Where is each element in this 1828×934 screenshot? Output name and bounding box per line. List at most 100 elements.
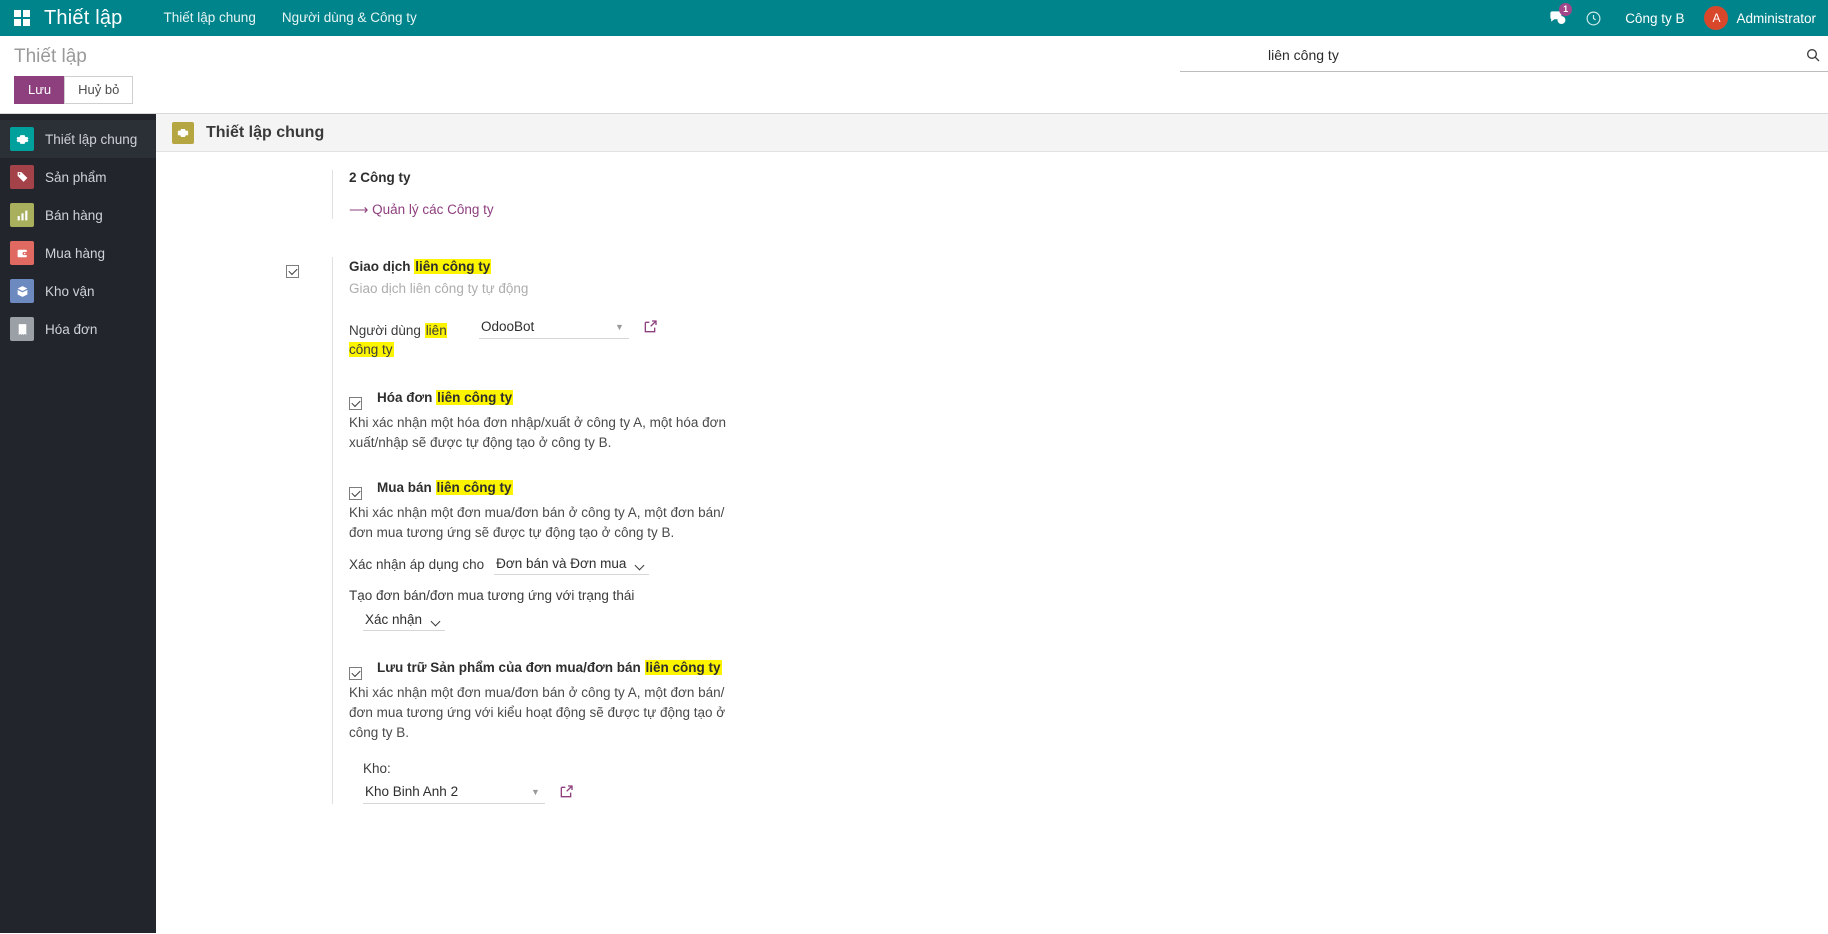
tag-icon [10,165,34,189]
intercompany-user-row: Người dùng liên công ty ▼ [349,315,1828,359]
apps-grid-icon[interactable] [0,0,44,36]
invoice-description: Khi xác nhận một hóa đơn nhập/xuất ở côn… [349,415,727,450]
trade-state-select[interactable]: Xác nhận [363,609,445,631]
arrow-right-icon: ⟶ [349,202,369,217]
trade-apply-row: Xác nhận áp dụng cho Đơn bán và Đơn mua [349,553,1828,575]
messages-badge: 1 [1559,3,1573,16]
invoice-checkbox[interactable] [349,397,362,410]
user-menu[interactable]: A Administrator [1698,6,1820,30]
navbar-right-group: 1 Công ty B A Administrator [1539,0,1828,36]
intercompany-checkbox[interactable] [286,265,299,278]
discard-button[interactable]: Huỷ bỏ [64,76,134,104]
trade-checkbox[interactable] [349,487,362,500]
intercompany-title: Giao dịch liên công ty [349,257,1828,277]
companies-checkbox-spacer [286,170,332,219]
control-panel: Thiết lập Lưu Huỷ bỏ [0,36,1828,114]
page-body: Thiết lập chung Sản phẩm Bán hàng Mua hà… [0,114,1828,933]
trade-state-row: Xác nhận [363,609,1828,631]
trade-title: Mua bán liên công ty [377,479,1828,497]
nav-menu-general-settings[interactable]: Thiết lập chung [151,0,269,36]
settings-sidebar: Thiết lập chung Sản phẩm Bán hàng Mua hà… [0,114,156,933]
avatar: A [1704,6,1729,30]
intercompany-text: Giao dịch liên công ty Giao dịch liên cô… [332,257,1828,804]
companies-text: 2 Công ty ⟶ Quản lý các Công ty [332,170,1828,219]
sidebar-item-label: Sản phẩm [45,169,107,185]
storage-title: Lưu trữ Sản phẩm của đơn mua/đơn bán liê… [377,659,1828,677]
intercompany-title-highlight: liên công ty [414,259,492,274]
section-header: Thiết lập chung [156,114,1828,152]
search-icon[interactable] [1798,42,1828,68]
sidebar-item-sales[interactable]: Bán hàng [0,196,156,234]
clock-icon[interactable] [1575,0,1611,36]
companies-block: 2 Công ty ⟶ Quản lý các Công ty [156,170,1828,219]
trade-apply-label: Xác nhận áp dụng cho [349,556,485,572]
intercompany-trade-block: Mua bán liên công ty Khi xác nhận một đơ… [349,479,1828,631]
trade-apply-select[interactable]: Đơn bán và Đơn mua [494,553,650,575]
sidebar-item-products[interactable]: Sản phẩm [0,158,156,196]
action-buttons: Lưu Huỷ bỏ [0,68,1828,104]
warehouse-field: ▼ [363,780,1828,804]
save-button[interactable]: Lưu [14,76,66,104]
invoice-title: Hóa đơn liên công ty [377,389,1828,407]
trade-apply-select-wrap: Đơn bán và Đơn mua [494,553,650,575]
nav-menu-users-companies[interactable]: Người dùng & Công ty [269,0,430,36]
trade-state-select-wrap: Xác nhận [363,609,445,631]
intercompany-user-input[interactable] [479,315,629,339]
warehouse-input[interactable] [363,780,545,804]
section-title: Thiết lập chung [206,123,325,141]
trade-title-highlight: liên công ty [435,480,513,495]
trade-body: Mua bán liên công ty Khi xác nhận một đơ… [349,479,1828,631]
sidebar-item-purchase[interactable]: Mua hàng [0,234,156,272]
user-name-label: Administrator [1736,10,1816,26]
box-icon [10,279,34,303]
top-navbar: Thiết lập Thiết lập chung Người dùng & C… [0,0,1828,36]
intercompany-block: Giao dịch liên công ty Giao dịch liên cô… [156,257,1828,804]
gear-icon [10,127,34,151]
chat-bubble-icon[interactable]: 1 [1539,0,1575,36]
sidebar-item-label: Mua hàng [45,245,106,261]
settings-main-panel: Thiết lập chung 2 Công ty ⟶ Quản lý các … [156,114,1828,933]
app-brand-title[interactable]: Thiết lập [44,7,123,30]
companies-count-label: 2 Công ty [349,170,411,185]
intercompany-invoice-block: Hóa đơn liên công ty Khi xác nhận một hó… [349,389,1828,453]
trade-state-label: Tạo đơn bán/đơn mua tương ứng với trạng … [349,588,635,603]
sidebar-item-label: Kho vận [45,283,95,299]
settings-content: 2 Công ty ⟶ Quản lý các Công ty Giao dịc… [156,152,1828,804]
manage-companies-label: Quản lý các Công ty [372,202,494,217]
storage-title-prefix: Lưu trữ Sản phẩm của đơn mua/đơn bán [377,660,645,675]
storage-title-highlight: liên công ty [644,660,722,675]
storage-body: Lưu trữ Sản phẩm của đơn mua/đơn bán liê… [349,659,1828,804]
sidebar-item-label: Thiết lập chung [45,131,138,147]
external-link-icon[interactable] [642,319,658,335]
trade-title-prefix: Mua bán [377,480,436,495]
sidebar-item-label: Bán hàng [45,207,103,223]
intercompany-title-prefix: Giao dịch [349,259,415,274]
warehouse-field-wrap: Kho: ▼ [363,761,1828,804]
search-input[interactable] [1180,45,1798,65]
manage-companies-link[interactable]: ⟶ Quản lý các Công ty [349,202,494,217]
intercompany-storage-block: Lưu trữ Sản phẩm của đơn mua/đơn bán liê… [349,659,1828,804]
sidebar-item-general-settings[interactable]: Thiết lập chung [0,120,156,158]
warehouse-label: Kho: [363,761,391,776]
storage-checkbox[interactable] [349,667,362,680]
invoice-icon [10,317,34,341]
intercompany-user-label-prefix: Người dùng [349,323,425,338]
sidebar-item-invoicing[interactable]: Hóa đơn [0,310,156,348]
intercompany-user-field: ▼ [479,315,658,339]
gear-icon [172,121,194,144]
invoice-title-highlight: liên công ty [436,390,514,405]
chart-bar-icon [10,203,34,227]
wallet-icon [10,241,34,265]
invoice-body: Hóa đơn liên công ty Khi xác nhận một hó… [349,389,1828,453]
storage-description: Khi xác nhận một đơn mua/đơn bán ở công … [349,685,726,740]
intercompany-subtitle: Giao dịch liên công ty tự động [349,281,529,296]
active-company-label[interactable]: Công ty B [1611,11,1698,26]
search-bar [1180,42,1828,72]
sidebar-item-label: Hóa đơn [45,321,98,337]
external-link-icon[interactable] [558,784,574,800]
invoice-title-prefix: Hóa đơn [377,390,437,405]
intercompany-checkbox-col [286,257,332,804]
trade-description: Khi xác nhận một đơn mua/đơn bán ở công … [349,505,725,540]
manage-companies-row: ⟶ Quản lý các Công ty [349,201,1828,219]
sidebar-item-inventory[interactable]: Kho vận [0,272,156,310]
